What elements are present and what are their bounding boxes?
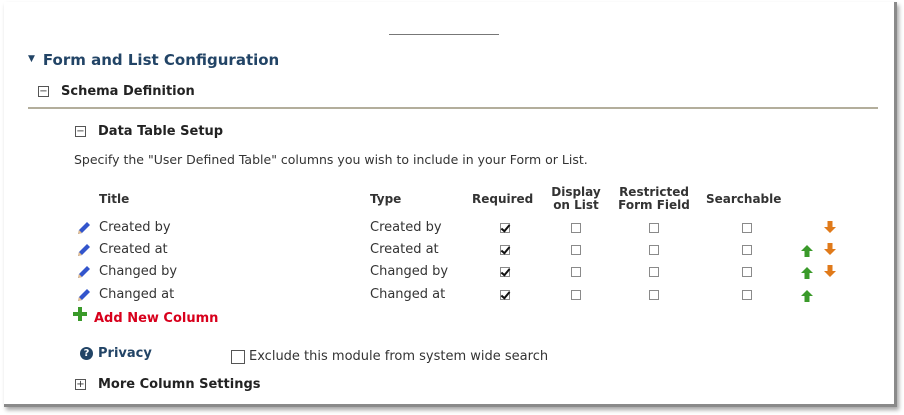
privacy-text: Privacy bbox=[98, 346, 152, 361]
exclude-from-search-checkbox[interactable]: Exclude this module from system wide sea… bbox=[231, 349, 548, 364]
schema-definition-label: Schema Definition bbox=[61, 84, 195, 99]
column-header-type: Type bbox=[370, 192, 402, 206]
pencil-icon[interactable] bbox=[76, 220, 92, 236]
row-title: Created at bbox=[99, 242, 168, 257]
searchable-checkbox[interactable] bbox=[742, 245, 752, 255]
collapse-icon[interactable]: − bbox=[38, 86, 49, 97]
required-checkbox[interactable] bbox=[500, 267, 510, 277]
checkbox[interactable] bbox=[231, 349, 245, 364]
expand-icon[interactable]: + bbox=[75, 379, 86, 390]
column-header-required: Required bbox=[472, 192, 534, 206]
restricted-form-field-checkbox[interactable] bbox=[649, 267, 659, 277]
searchable-checkbox[interactable] bbox=[742, 267, 752, 277]
plus-icon bbox=[73, 307, 87, 321]
row-type: Created at bbox=[370, 242, 439, 257]
row-title: Changed at bbox=[99, 287, 175, 302]
row-type: Created by bbox=[370, 220, 442, 235]
display-on-list-checkbox[interactable] bbox=[571, 290, 581, 300]
data-table-description: Specify the "User Defined Table" columns… bbox=[74, 152, 588, 167]
column-header-searchable: Searchable bbox=[706, 192, 782, 206]
schema-definition-toggle[interactable]: − Schema Definition bbox=[38, 84, 195, 99]
row-title: Changed by bbox=[99, 264, 178, 279]
column-header-display-on-list: Display on List bbox=[548, 186, 604, 212]
data-table-setup-toggle[interactable]: − Data Table Setup bbox=[75, 124, 223, 139]
searchable-checkbox[interactable] bbox=[742, 290, 752, 300]
arrow-up-icon[interactable] bbox=[801, 290, 813, 302]
restricted-form-field-checkbox[interactable] bbox=[649, 290, 659, 300]
pencil-icon[interactable] bbox=[76, 264, 92, 280]
row-title: Created by bbox=[99, 220, 171, 235]
data-table-setup-label: Data Table Setup bbox=[98, 124, 224, 139]
arrow-up-icon[interactable] bbox=[801, 245, 813, 257]
row-type: Changed by bbox=[370, 264, 449, 279]
arrow-down-icon[interactable] bbox=[824, 221, 836, 233]
required-checkbox[interactable] bbox=[500, 290, 510, 300]
searchable-checkbox[interactable] bbox=[742, 223, 752, 233]
display-on-list-checkbox[interactable] bbox=[571, 245, 581, 255]
pencil-icon[interactable] bbox=[76, 287, 92, 303]
pencil-icon[interactable] bbox=[76, 242, 92, 258]
required-checkbox[interactable] bbox=[500, 245, 510, 255]
add-new-column-link[interactable]: Add New Column bbox=[72, 307, 219, 326]
exclude-label: Exclude this module from system wide sea… bbox=[249, 349, 549, 364]
restricted-form-field-checkbox[interactable] bbox=[649, 245, 659, 255]
header-line: Form Field bbox=[618, 198, 690, 212]
privacy-label: ? Privacy bbox=[80, 346, 152, 361]
required-checkbox[interactable] bbox=[500, 223, 510, 233]
collapse-icon[interactable]: − bbox=[75, 126, 86, 137]
arrow-down-icon[interactable] bbox=[824, 265, 836, 277]
section-header[interactable]: ▼ Form and List Configuration bbox=[28, 51, 279, 69]
row-type: Changed at bbox=[370, 287, 446, 302]
more-column-settings-label: More Column Settings bbox=[98, 377, 261, 392]
restricted-form-field-checkbox[interactable] bbox=[649, 223, 659, 233]
arrow-up-icon[interactable] bbox=[801, 267, 813, 279]
arrow-down-icon[interactable] bbox=[824, 243, 836, 255]
column-header-title: Title bbox=[99, 192, 130, 206]
schema-divider bbox=[28, 107, 878, 109]
header-line: on List bbox=[553, 198, 599, 212]
collapse-triangle-icon: ▼ bbox=[28, 54, 35, 64]
column-header-restricted-form-field: Restricted Form Field bbox=[614, 186, 694, 212]
add-new-column-label: Add New Column bbox=[94, 310, 219, 326]
more-column-settings-toggle[interactable]: + More Column Settings bbox=[75, 377, 261, 392]
info-icon: ? bbox=[80, 347, 93, 360]
display-on-list-checkbox[interactable] bbox=[571, 223, 581, 233]
section-title: Form and List Configuration bbox=[42, 51, 280, 69]
divider bbox=[389, 34, 499, 35]
display-on-list-checkbox[interactable] bbox=[571, 267, 581, 277]
